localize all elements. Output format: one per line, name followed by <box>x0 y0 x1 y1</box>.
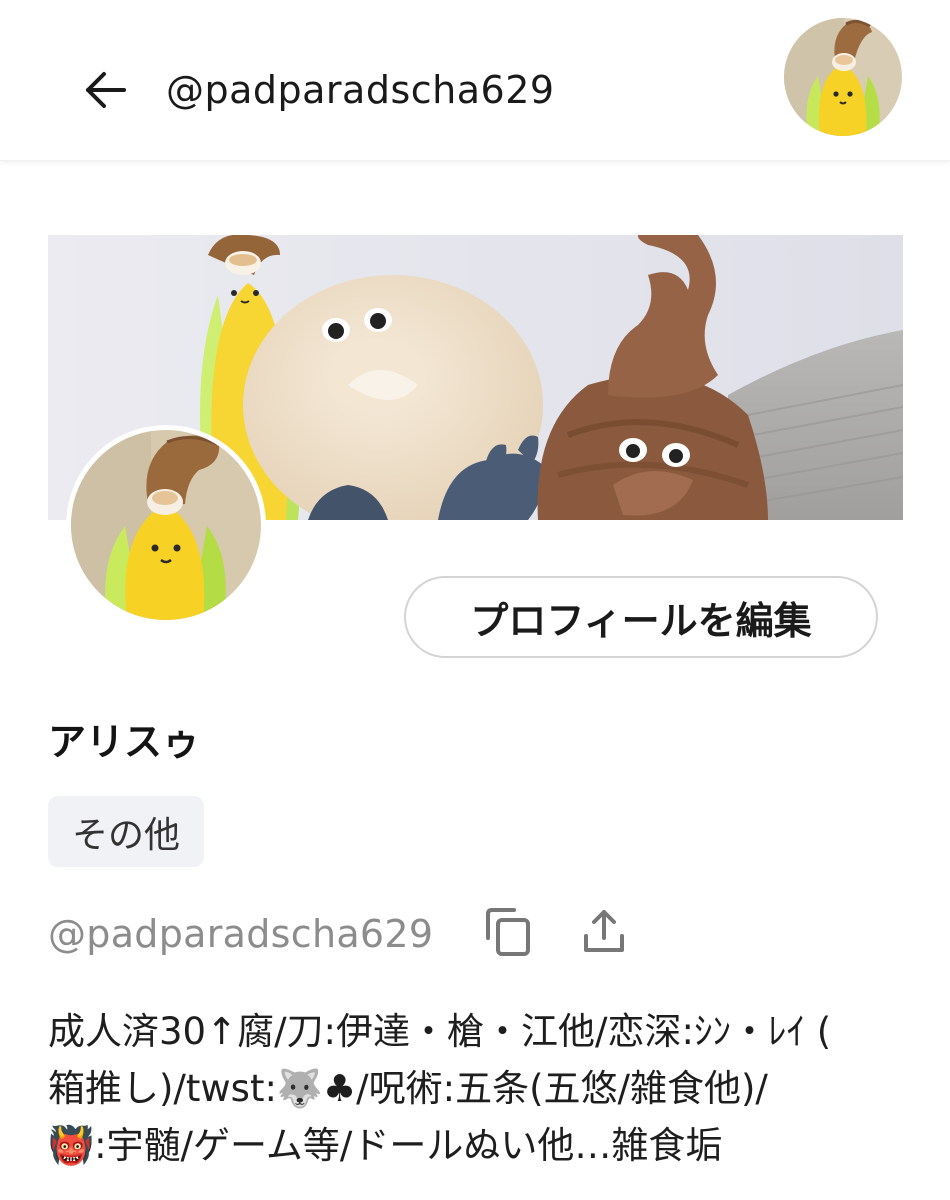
category-tag: その他 <box>48 796 205 867</box>
bio-line: 👹:宇髄/ゲーム等/ドールぬい他…雑食垢 <box>48 1124 723 1167</box>
profile-avatar[interactable] <box>66 425 266 625</box>
header-title: @padparadscha629 <box>166 68 555 112</box>
edit-profile-button[interactable]: プロフィールを編集 <box>404 576 878 658</box>
copy-handle-button[interactable] <box>480 904 536 960</box>
copy-icon <box>486 908 530 956</box>
share-button[interactable] <box>576 904 632 960</box>
header-avatar[interactable] <box>784 18 902 136</box>
display-name: アリスゥ <box>48 720 201 764</box>
user-handle: @padparadscha629 <box>48 912 434 956</box>
corn-plush-avatar-image <box>784 18 902 136</box>
share-upload-icon <box>584 910 624 952</box>
back-button[interactable] <box>78 62 134 118</box>
arrow-left-icon <box>86 72 126 108</box>
bio-line: 成人済30↑腐/刀:伊達・槍・江他/恋深:ｼﾝ・ﾚｲ ( <box>48 1010 832 1053</box>
bio-line: 箱推し)/twst:🐺♣/呪術:五条(五悠/雑食他)/ <box>48 1067 768 1110</box>
corn-plush-avatar-image <box>71 430 261 620</box>
top-app-bar: @padparadscha629 <box>0 0 950 161</box>
profile-bio: 成人済30↑腐/刀:伊達・槍・江他/恋深:ｼﾝ・ﾚｲ ( 箱推し)/twst:🐺… <box>48 1003 908 1174</box>
